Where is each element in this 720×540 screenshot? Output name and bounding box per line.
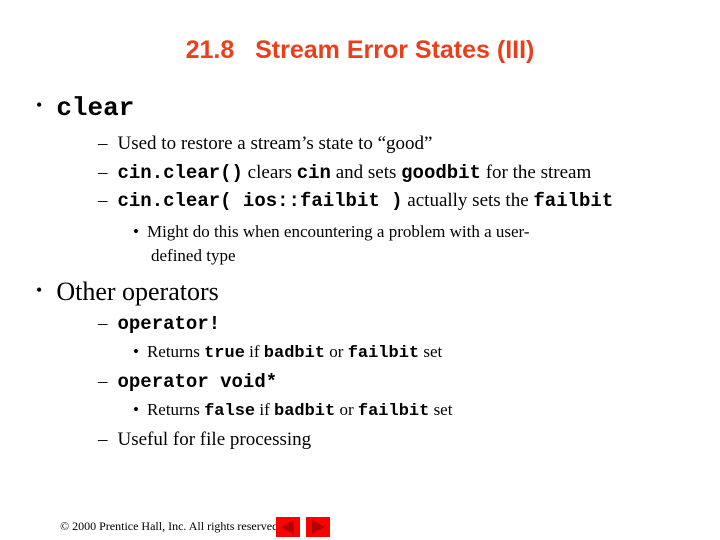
text-span: actually sets the <box>402 190 534 211</box>
triangle-right-icon <box>312 520 325 534</box>
text-span: Returns <box>146 342 205 361</box>
prev-slide-button[interactable] <box>276 517 300 537</box>
code-span: operator! <box>117 313 221 335</box>
next-slide-button[interactable] <box>306 517 330 537</box>
bullet-other-operators: • Other operators <box>36 277 219 307</box>
code-span: failbit <box>347 344 420 363</box>
code-span: failbit <box>533 190 614 212</box>
text-span: if <box>244 342 264 361</box>
text-span: Returns <box>146 400 205 419</box>
triangle-left-icon <box>281 520 294 534</box>
code-span: false <box>204 402 256 421</box>
slide-title: 21.8 Stream Error States (III) <box>185 36 535 64</box>
bullet-text: Used to restore a stream’s state to “goo… <box>117 133 433 154</box>
bullet-marker: • <box>36 95 43 115</box>
sub-sub-bullet-userdefined-cont: defined type <box>151 246 236 265</box>
code-span: badbit <box>274 402 336 421</box>
code-span: cin.clear( ios::failbit ) <box>117 190 403 212</box>
code-span: badbit <box>263 344 326 363</box>
sub-bullet-useful: – Useful for file processing <box>98 429 311 451</box>
sub-sub-bullet-returns-false: • Returns false if badbit or failbit set <box>133 400 452 421</box>
code-span: cin.clear() <box>117 162 243 184</box>
text-span: set <box>429 400 453 419</box>
sub-bullet-operator-void: – operator void* <box>98 371 277 393</box>
text-span: and sets <box>330 162 402 183</box>
bullet-text: Useful for file processing <box>117 429 312 450</box>
code-span: operator void* <box>117 371 278 393</box>
dash-marker: – <box>98 133 108 154</box>
dash-marker: – <box>98 429 108 450</box>
bullet-text: Might do this when encountering a proble… <box>146 222 530 241</box>
text-span: clears <box>242 162 297 183</box>
code-span: goodbit <box>401 162 481 184</box>
bullet-marker: • <box>133 342 139 361</box>
text-span: or <box>335 400 358 419</box>
dash-marker: – <box>98 313 108 334</box>
text-span: or <box>325 342 348 361</box>
sub-bullet-failbit: – cin.clear( ios::failbit ) actually sets… <box>98 190 613 212</box>
text-span: set <box>419 342 443 361</box>
text-span: if <box>255 400 274 419</box>
bullet-marker: • <box>133 222 139 241</box>
dash-marker: – <box>98 190 108 211</box>
code-clear: clear <box>56 93 135 123</box>
sub-bullet-cin-clear: – cin.clear() clears cin and sets goodbit… <box>98 162 591 184</box>
code-span: cin <box>296 162 331 184</box>
sub-sub-bullet-returns-true: • Returns true if badbit or failbit set <box>133 342 442 363</box>
text-span: for the stream <box>480 162 592 183</box>
sub-sub-bullet-userdefined: • Might do this when encountering a probl… <box>133 222 530 242</box>
code-span: true <box>204 344 245 363</box>
code-span: failbit <box>357 402 430 421</box>
sub-bullet-restore: – Used to restore a stream’s state to “go… <box>98 133 432 155</box>
sub-bullet-operator-not: – operator! <box>98 313 220 335</box>
dash-marker: – <box>98 162 108 183</box>
dash-marker: – <box>98 371 108 392</box>
bullet-text: Other operators <box>56 277 219 306</box>
bullet-marker: • <box>36 280 43 300</box>
bullet-marker: • <box>133 400 139 419</box>
copyright-footer: © 2000 Prentice Hall, Inc. All rights re… <box>60 519 282 533</box>
bullet-clear: • clear <box>36 92 134 123</box>
